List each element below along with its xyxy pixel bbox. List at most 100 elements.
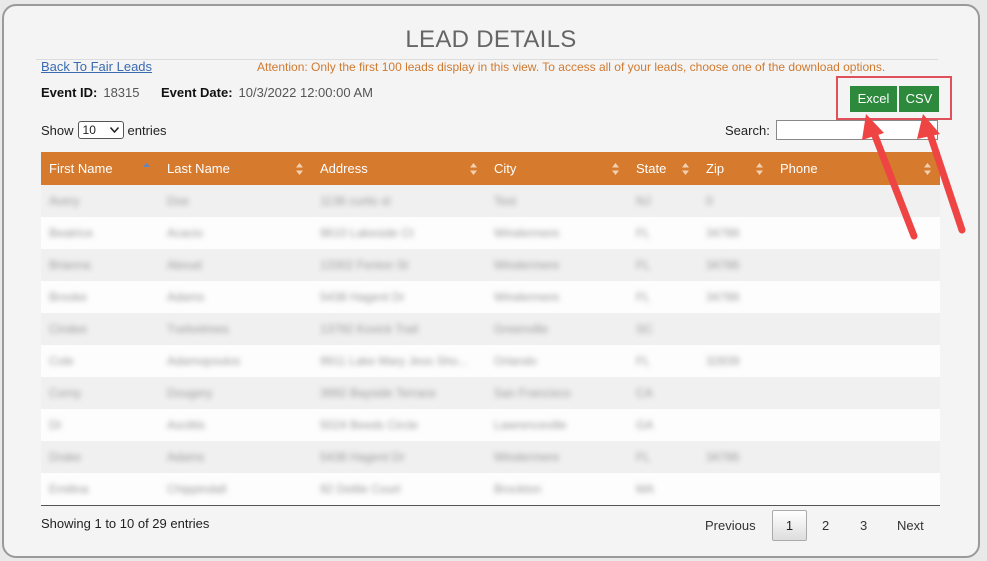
- cell-value: FL: [636, 450, 651, 464]
- table-cell: [698, 409, 772, 441]
- table-cell: 34786: [698, 249, 772, 281]
- sort-icon: [682, 163, 689, 175]
- table-cell: 13792 Kovick Trail: [312, 313, 486, 345]
- entries-length-control: Show 10 entries: [41, 121, 167, 139]
- cell-value: Adams: [167, 450, 205, 464]
- table-cell: [698, 473, 772, 506]
- column-header-label: Address: [320, 161, 368, 176]
- table-cell: FL: [628, 281, 698, 313]
- table-cell: Corny: [41, 377, 159, 409]
- column-header-city[interactable]: City: [486, 152, 628, 185]
- cell-value: Windermere: [494, 226, 560, 240]
- column-header-label: State: [636, 161, 667, 176]
- cell-value: Windermere: [494, 290, 560, 304]
- table-cell: Brockton: [486, 473, 628, 506]
- table-row[interactable]: Brooke Adams 5438 Hagent Dr Windermere FL 347…: [41, 281, 940, 313]
- cell-value: Chippindall: [167, 481, 227, 496]
- back-to-fair-leads-link[interactable]: Back To Fair Leads: [41, 59, 152, 74]
- cell-value: Test: [494, 194, 517, 208]
- table-cell: Aboud: [159, 249, 312, 281]
- cell-value: FL: [636, 290, 651, 304]
- table-cell: FL: [628, 345, 698, 377]
- entries-label: entries: [127, 122, 167, 138]
- cell-value: Doe: [167, 194, 190, 208]
- table-row[interactable]: Emilina Chippindall 92 Dettle Court Brockto…: [41, 473, 940, 506]
- table-row[interactable]: Avery Doe 1136 curtis st Test NJ 0: [41, 185, 940, 217]
- chevron-down-icon: [109, 127, 119, 133]
- table-info: Showing 1 to 10 of 29 entries: [41, 516, 210, 531]
- table-cell: 5024 Beeds Circle: [312, 409, 486, 441]
- pagination-previous[interactable]: Previous: [705, 518, 756, 533]
- table-cell: 3992 Bayside Terrace: [312, 377, 486, 409]
- cell-value: CA: [636, 386, 653, 400]
- pagination-next[interactable]: Next: [897, 518, 924, 533]
- column-header-phone[interactable]: Phone: [772, 152, 940, 185]
- table-cell: 0: [698, 185, 772, 217]
- search-input[interactable]: [776, 120, 938, 140]
- csv-download-button[interactable]: CSV: [899, 86, 939, 112]
- column-header-label: City: [494, 161, 517, 176]
- leads-table: First Name Last Name Address City State …: [41, 152, 940, 506]
- table-cell: 1136 curtis st: [312, 185, 486, 217]
- table-cell: 34786: [698, 217, 772, 249]
- table-row[interactable]: Drake Adams 5438 Hagent Dr Windermere FL 3478…: [41, 441, 940, 473]
- table-cell: [772, 217, 940, 249]
- column-header-zip[interactable]: Zip: [698, 152, 772, 185]
- pagination-page-2[interactable]: 2: [822, 518, 829, 533]
- cell-value: Acacio: [167, 226, 204, 240]
- table-row[interactable]: Brianna Aboud 13302 Fenion St Windermere FL 3…: [41, 249, 940, 281]
- entries-select[interactable]: 10: [77, 121, 124, 139]
- table-cell: Dougery: [159, 377, 312, 409]
- table-cell: [772, 281, 940, 313]
- table-cell: Cindee: [41, 313, 159, 345]
- table-row[interactable]: Cole Adamopoulos 9911 Lake Mary Jess Sho..…: [41, 345, 940, 377]
- table-cell: NJ: [628, 185, 698, 217]
- column-header-label: First Name: [49, 161, 113, 176]
- table-row[interactable]: Beatrice Acacio 9610 Lakeside Ct Windermere…: [41, 217, 940, 249]
- cell-value: Brianna: [49, 258, 91, 272]
- table-cell: [698, 377, 772, 409]
- table-header-row: First Name Last Name Address City State …: [41, 152, 940, 185]
- table-cell: 32839: [698, 345, 772, 377]
- column-header-last-name[interactable]: Last Name: [159, 152, 312, 185]
- cell-value: 13302 Fenion St: [320, 258, 409, 272]
- cell-value: SC: [636, 322, 653, 336]
- table-cell: FL: [628, 217, 698, 249]
- cell-value: San Francisco: [494, 386, 571, 400]
- column-header-state[interactable]: State: [628, 152, 698, 185]
- table-cell: 92 Dettle Court: [312, 473, 486, 506]
- table-cell: [772, 185, 940, 217]
- table-cell: Test: [486, 185, 628, 217]
- event-id-value: 18315: [103, 85, 140, 100]
- pagination-page-3[interactable]: 3: [860, 518, 867, 533]
- table-cell: Adams: [159, 441, 312, 473]
- sort-ascending-icon: [143, 163, 150, 167]
- show-label: Show: [41, 122, 74, 138]
- table-row[interactable]: DI Ascittis 5024 Beeds Circle Lawrenceville…: [41, 409, 940, 441]
- event-date-value: 10/3/2022 12:00:00 AM: [238, 85, 373, 100]
- table-cell: [772, 313, 940, 345]
- cell-value: Dougery: [167, 386, 213, 400]
- table-row[interactable]: Cindee Tvelvetrees 13792 Kovick Trail Green…: [41, 313, 940, 345]
- column-header-address[interactable]: Address: [312, 152, 486, 185]
- column-header-first-name[interactable]: First Name: [41, 152, 159, 185]
- event-date: Event Date: 10/3/2022 12:00:00 AM: [161, 85, 373, 100]
- table-cell: Greenville: [486, 313, 628, 345]
- pagination-page-1[interactable]: 1: [772, 510, 807, 541]
- cell-value: MA: [636, 481, 654, 496]
- excel-download-button[interactable]: Excel: [850, 86, 897, 112]
- cell-value: Lawrenceville: [494, 418, 567, 432]
- cell-value: Windermere: [494, 450, 560, 464]
- cell-value: Aboud: [167, 258, 202, 272]
- table-cell: [772, 441, 940, 473]
- table-row[interactable]: Corny Dougery 3992 Bayside Terrace San Fran…: [41, 377, 940, 409]
- cell-value: Tvelvetrees: [167, 322, 230, 336]
- table-cell: Tvelvetrees: [159, 313, 312, 345]
- cell-value: 34786: [706, 226, 740, 240]
- cell-value: 92 Dettle Court: [320, 481, 401, 496]
- table-cell: Doe: [159, 185, 312, 217]
- cell-value: Brockton: [494, 481, 542, 496]
- table-cell: Ascittis: [159, 409, 312, 441]
- table-cell: Orlando: [486, 345, 628, 377]
- event-id: Event ID: 18315: [41, 85, 140, 100]
